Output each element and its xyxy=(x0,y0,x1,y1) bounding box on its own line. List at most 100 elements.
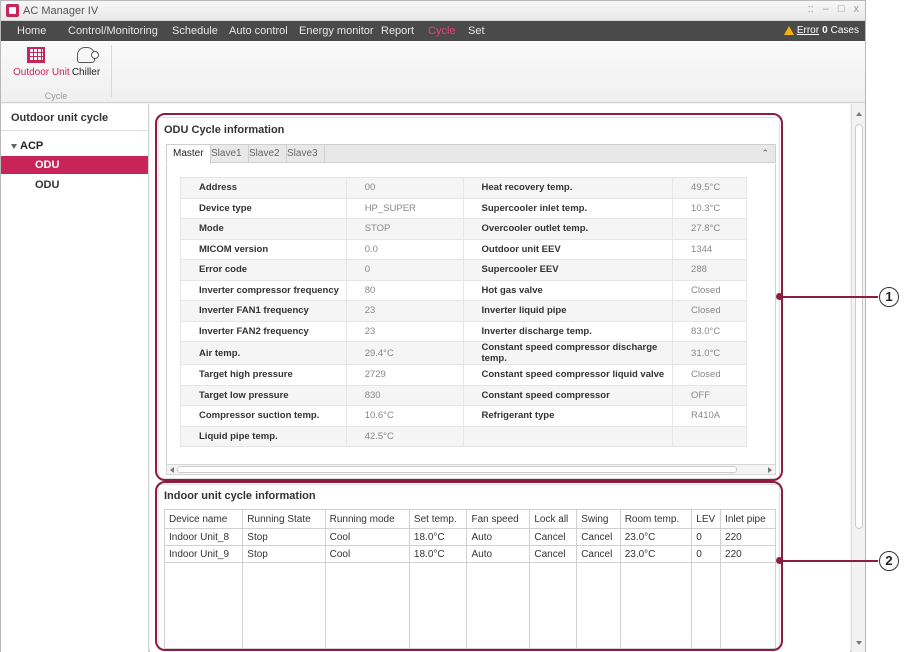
idu-table-cell: 18.0°C xyxy=(408,545,468,563)
outdoor-unit-button[interactable]: Outdoor Unit xyxy=(13,45,70,85)
tree-node-odu-1[interactable]: ODU xyxy=(1,156,148,174)
odu-value-cell: 00 xyxy=(345,177,464,199)
tree-root-label: ACP xyxy=(20,140,44,152)
menu-control-monitoring[interactable]: Control/Monitoring xyxy=(68,25,158,37)
idu-table-cell: Cancel xyxy=(529,528,578,546)
odu-key-cell: Inverter FAN1 frequency xyxy=(180,300,347,322)
menu-report[interactable]: Report xyxy=(381,25,414,37)
scroll-left-icon[interactable] xyxy=(170,467,174,473)
idu-empty-cell xyxy=(720,562,776,649)
odu-panel-title: ODU Cycle information xyxy=(164,124,285,136)
odu-table-row: Inverter compressor frequency 80 Hot gas v… xyxy=(180,279,747,301)
chiller-icon xyxy=(77,47,99,63)
odu-table-row: Air temp. 29.4°C Constant speed compressor… xyxy=(180,341,747,365)
odu-value-cell: Closed xyxy=(672,364,747,386)
window-controls: :: – □ x xyxy=(808,3,859,15)
odu-table-row: Mode STOP Overcooler outlet temp. 27.8°C xyxy=(180,218,747,240)
idu-column-header[interactable]: Inlet pipe xyxy=(720,509,776,529)
idu-column-header[interactable]: Swing xyxy=(576,509,621,529)
menu-home[interactable]: Home xyxy=(17,25,46,37)
idu-empty-cell xyxy=(529,562,578,649)
odu-value-cell: 42.5°C xyxy=(345,425,464,447)
minimize-button[interactable]: – xyxy=(823,3,829,15)
title-bar: AC Manager IV :: – □ x xyxy=(1,1,865,21)
odu-value-cell: 29.4°C xyxy=(345,341,464,365)
idu-column-header[interactable]: Room temp. xyxy=(619,509,693,529)
h-scroll-thumb[interactable] xyxy=(177,466,737,473)
odu-value-cell: Closed xyxy=(672,300,747,322)
odu-key-cell: Constant speed compressor liquid valve xyxy=(462,364,674,386)
scroll-right-icon[interactable] xyxy=(768,467,772,473)
idu-column-header[interactable]: Lock all xyxy=(529,509,578,529)
odu-table-row: Device type HP_SUPER Supercooler inlet tem… xyxy=(180,197,747,219)
idu-empty-cell xyxy=(619,562,693,649)
ribbon-separator xyxy=(111,45,112,97)
idu-column-header[interactable]: Running State xyxy=(242,509,326,529)
menu-cycle[interactable]: Cycle xyxy=(428,25,456,37)
maximize-button[interactable]: □ xyxy=(838,3,845,15)
odu-key-cell: Inverter discharge temp. xyxy=(462,320,674,342)
odu-value-cell: 31.0°C xyxy=(672,341,747,365)
idu-table-cell: Auto xyxy=(466,528,531,546)
collapse-icon[interactable]: ⌃ xyxy=(761,148,769,159)
idu-header-row: Device name Running State Running mode Set … xyxy=(163,509,776,529)
idu-empty-area xyxy=(163,562,776,649)
idu-table-cell: 0 xyxy=(691,528,722,546)
idu-column-header[interactable]: Fan speed xyxy=(466,509,531,529)
app-title: AC Manager IV xyxy=(23,5,99,17)
idu-column-header[interactable]: Device name xyxy=(163,509,244,529)
horizontal-scrollbar[interactable] xyxy=(166,464,776,475)
scroll-thumb[interactable] xyxy=(855,124,863,529)
error-indicator[interactable]: Error 0 Cases xyxy=(783,25,859,36)
idu-table-cell: Indoor Unit_9 xyxy=(163,545,244,563)
odu-value-cell: 10.3°C xyxy=(672,197,747,219)
odu-key-cell: Inverter liquid pipe xyxy=(462,300,674,322)
idu-column-header[interactable]: LEV xyxy=(691,509,722,529)
menu-energy-monitor[interactable]: Energy monitor xyxy=(299,25,374,37)
idu-table-row[interactable]: Indoor Unit_9 Stop Cool 18.0°C Auto Cancel Can… xyxy=(163,545,776,563)
odu-value-cell: 0.0 xyxy=(345,238,464,260)
odu-key-cell: Constant speed compressor xyxy=(462,384,674,406)
idu-table-cell: 0 xyxy=(691,545,722,563)
tree-node-odu-2[interactable]: ODU xyxy=(1,176,148,194)
odu-key-cell: Device type xyxy=(180,197,347,219)
odu-key-cell: Error code xyxy=(180,259,347,281)
odu-value-cell: 1344 xyxy=(672,238,747,260)
odu-value-cell: 2729 xyxy=(345,364,464,386)
error-label[interactable]: Error xyxy=(797,25,819,36)
idu-table-cell: 220 xyxy=(720,528,776,546)
odu-key-cell: Outdoor unit EEV xyxy=(462,238,674,260)
idu-column-header[interactable]: Set temp. xyxy=(408,509,468,529)
tree-root-acp[interactable]: ACP xyxy=(11,140,43,152)
tab-slave3[interactable]: Slave3 xyxy=(281,145,325,163)
expand-arrow-icon[interactable] xyxy=(11,143,17,149)
idu-table-row[interactable]: Indoor Unit_8 Stop Cool 18.0°C Auto Cancel Can… xyxy=(163,528,776,546)
outdoor-unit-icon xyxy=(27,47,45,63)
menu-schedule[interactable]: Schedule xyxy=(172,25,218,37)
odu-key-cell: Constant speed compressor discharge temp… xyxy=(462,341,674,365)
odu-tab-bar: Master Slave1 Slave2 Slave3 ⌃ xyxy=(166,144,776,164)
app-logo-icon xyxy=(6,4,19,17)
vertical-scrollbar[interactable] xyxy=(851,104,865,652)
idu-column-header[interactable]: Running mode xyxy=(324,509,410,529)
callout-leader-1 xyxy=(780,296,878,298)
restore-button[interactable]: :: xyxy=(808,3,814,15)
scroll-up-icon[interactable] xyxy=(856,112,862,116)
odu-table-row: Compressor suction temp. 10.6°C Refrigeran… xyxy=(180,405,747,427)
idu-table-cell: Cancel xyxy=(576,545,621,563)
chiller-button[interactable]: Chiller xyxy=(63,45,109,85)
close-button[interactable]: x xyxy=(854,3,860,15)
odu-info-table: Address 00 Heat recovery temp. 49.5°C Device… xyxy=(180,177,747,447)
odu-value-cell: 27.8°C xyxy=(672,218,747,240)
odu-table-row: Target low pressure 830 Constant speed com… xyxy=(180,384,747,406)
menu-auto-control[interactable]: Auto control xyxy=(229,25,288,37)
odu-key-cell: Supercooler inlet temp. xyxy=(462,197,674,219)
idu-empty-cell xyxy=(163,562,244,649)
idu-empty-cell xyxy=(576,562,621,649)
scroll-down-icon[interactable] xyxy=(856,641,862,645)
sidebar-divider xyxy=(1,130,149,131)
idu-table-cell: Indoor Unit_8 xyxy=(163,528,244,546)
odu-value-cell: STOP xyxy=(345,218,464,240)
odu-table-row: Error code 0 Supercooler EEV 288 xyxy=(180,259,747,281)
menu-set[interactable]: Set xyxy=(468,25,485,37)
